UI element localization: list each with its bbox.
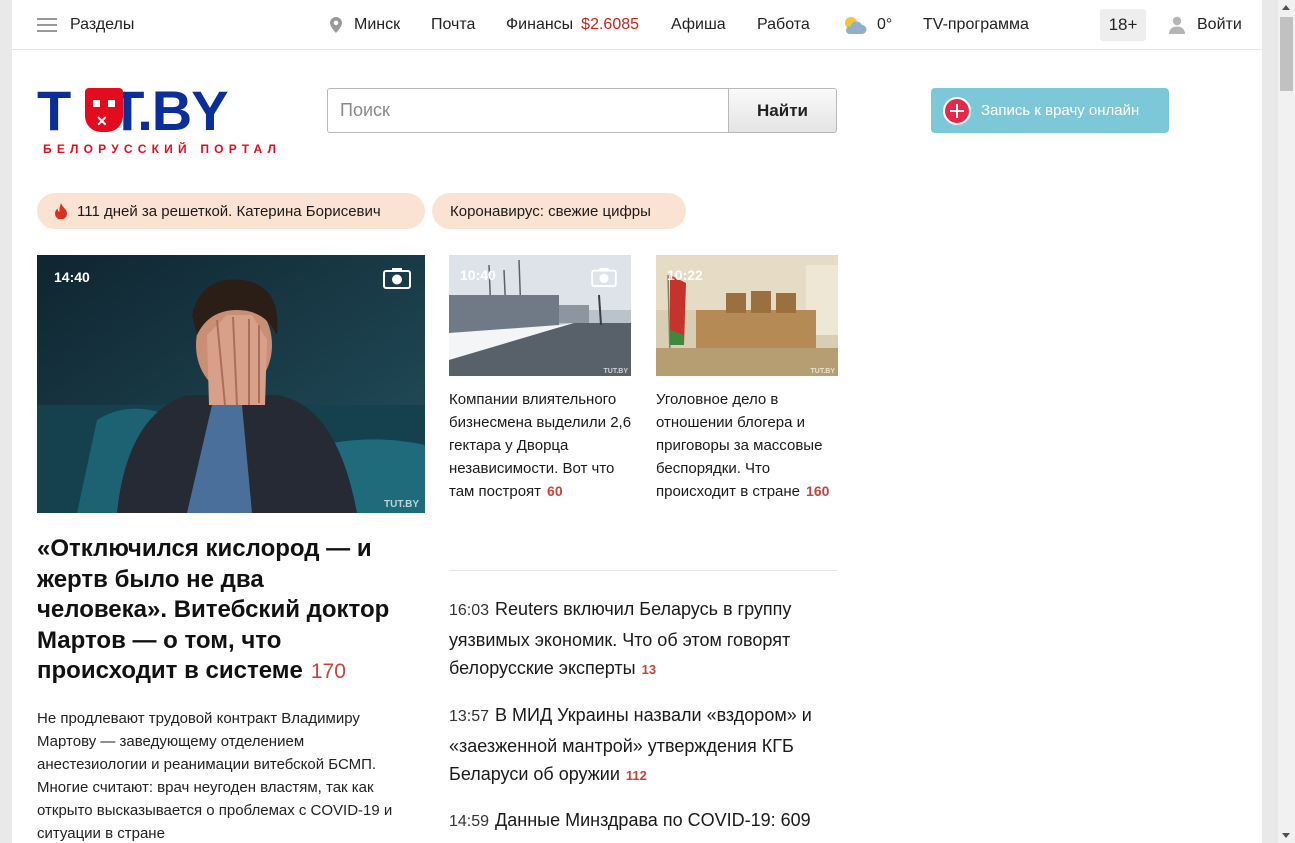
plus-circle-icon — [943, 96, 971, 125]
news-time: 16:03 — [449, 602, 490, 619]
login-button[interactable]: Войти — [1169, 0, 1242, 50]
main-story-image[interactable]: 14:40 TUT.BY — [37, 255, 425, 513]
nav-mail-link[interactable]: Почта — [431, 0, 475, 50]
search-button[interactable]: Найти — [728, 89, 836, 132]
comments-count: 160 — [806, 483, 830, 499]
sections-menu-button[interactable]: Разделы — [37, 0, 134, 50]
nav-rabota-link[interactable]: Работа — [757, 0, 810, 50]
doctor-appointment-button[interactable]: Запись к врачу онлайн — [931, 88, 1169, 133]
logo-face-icon: ✕ — [85, 88, 123, 132]
main-story-headline[interactable]: «Отключился кислород — и жертв было не д… — [37, 534, 397, 688]
image-watermark: TUT.BY — [810, 368, 836, 375]
card-time: 10:22 — [667, 267, 703, 283]
menu-icon — [37, 18, 57, 32]
news-list-item[interactable]: 13:57 В МИД Украины назвали «вздором» и «… — [449, 701, 839, 791]
news-time: 13:57 — [449, 708, 490, 725]
topic-chip-label: Коронавирус: свежие цифры — [450, 202, 651, 220]
news-title: Данные Минздрава по COVID-19: 609 — [495, 810, 811, 830]
site-logo[interactable]: T T.BY ✕ БЕЛОРУССКИЙ ПОРТАЛ — [37, 79, 299, 158]
finance-label: Финансы — [506, 16, 574, 33]
logo-wordmark: T T.BY — [37, 79, 229, 142]
search-form: Найти — [327, 88, 837, 133]
card-time: 10:40 — [460, 267, 496, 283]
story-card-image[interactable]: 10:22 TUT.BY — [656, 255, 838, 376]
scroll-up-arrow-icon[interactable] — [1282, 5, 1290, 10]
main-story-lead: Не продлевают трудовой контракт Владимир… — [37, 710, 393, 842]
comments-count: 112 — [625, 768, 647, 783]
temperature: 0° — [877, 16, 893, 33]
image-watermark: TUT.BY — [603, 368, 629, 375]
camera-icon — [383, 268, 411, 289]
topic-chip-label: 111 дней за решеткой. Катерина Борисевич — [77, 202, 381, 220]
comments-count: 170 — [310, 660, 346, 683]
card-title: Уголовное дело в отношении блогера и при… — [656, 391, 823, 500]
city-label: Минск — [354, 16, 401, 33]
news-list-item[interactable]: 16:03 Reuters включил Беларусь в группу у… — [449, 595, 839, 685]
nav-afisha-link[interactable]: Афиша — [671, 0, 726, 50]
scrollbar-thumb[interactable] — [1280, 17, 1293, 91]
user-icon — [1169, 16, 1185, 34]
comments-count: 60 — [547, 483, 563, 499]
main-story-photo — [37, 255, 425, 513]
story-card-headline[interactable]: Компании влиятельного бизнесмена выделил… — [449, 388, 634, 503]
story-card-image[interactable]: 10:40 TUT.BY — [449, 255, 631, 376]
age-rating-badge: 18+ — [1100, 9, 1146, 41]
logo-subtitle: БЕЛОРУССКИЙ ПОРТАЛ — [43, 142, 282, 156]
nav-finance-link[interactable]: Финансы $2.6085 — [506, 0, 639, 50]
image-watermark: TUT.BY — [384, 499, 419, 510]
main-story-time: 14:40 — [54, 269, 90, 285]
page: Разделы Минск Почта Финансы $2.6085 Афиш… — [12, 0, 1262, 843]
finance-rate: $2.6085 — [581, 16, 640, 33]
top-navigation-bar: Разделы Минск Почта Финансы $2.6085 Афиш… — [12, 0, 1262, 50]
news-list-item[interactable]: 14:59 Данные Минздрава по COVID-19: 609 — [449, 806, 839, 837]
doctor-appointment-label: Запись к врачу онлайн — [981, 102, 1140, 119]
search-input[interactable] — [328, 89, 728, 132]
section-divider — [449, 570, 837, 571]
login-label: Войти — [1197, 16, 1242, 33]
sections-label: Разделы — [70, 16, 135, 33]
camera-icon — [591, 267, 617, 287]
scroll-down-arrow-icon[interactable] — [1282, 833, 1290, 838]
weather-widget[interactable]: 0° — [841, 0, 892, 50]
city-selector[interactable]: Минск — [330, 0, 400, 50]
location-pin-icon — [330, 17, 342, 33]
news-time: 14:59 — [449, 813, 490, 830]
story-card-headline[interactable]: Уголовное дело в отношении блогера и при… — [656, 388, 841, 503]
card-title: Компании влиятельного бизнесмена выделил… — [449, 391, 632, 500]
topic-chip-coronavirus[interactable]: Коронавирус: свежие цифры — [432, 193, 686, 229]
vertical-scrollbar[interactable] — [1278, 0, 1295, 843]
partly-cloudy-icon — [845, 17, 867, 34]
fire-icon — [55, 203, 67, 219]
news-title: Reuters включил Беларусь в группу уязвим… — [449, 599, 792, 678]
comments-count: 13 — [641, 662, 657, 677]
nav-tv-link[interactable]: TV-программа — [923, 0, 1029, 50]
topic-chip-borisevich[interactable]: 111 дней за решеткой. Катерина Борисевич — [37, 193, 425, 229]
